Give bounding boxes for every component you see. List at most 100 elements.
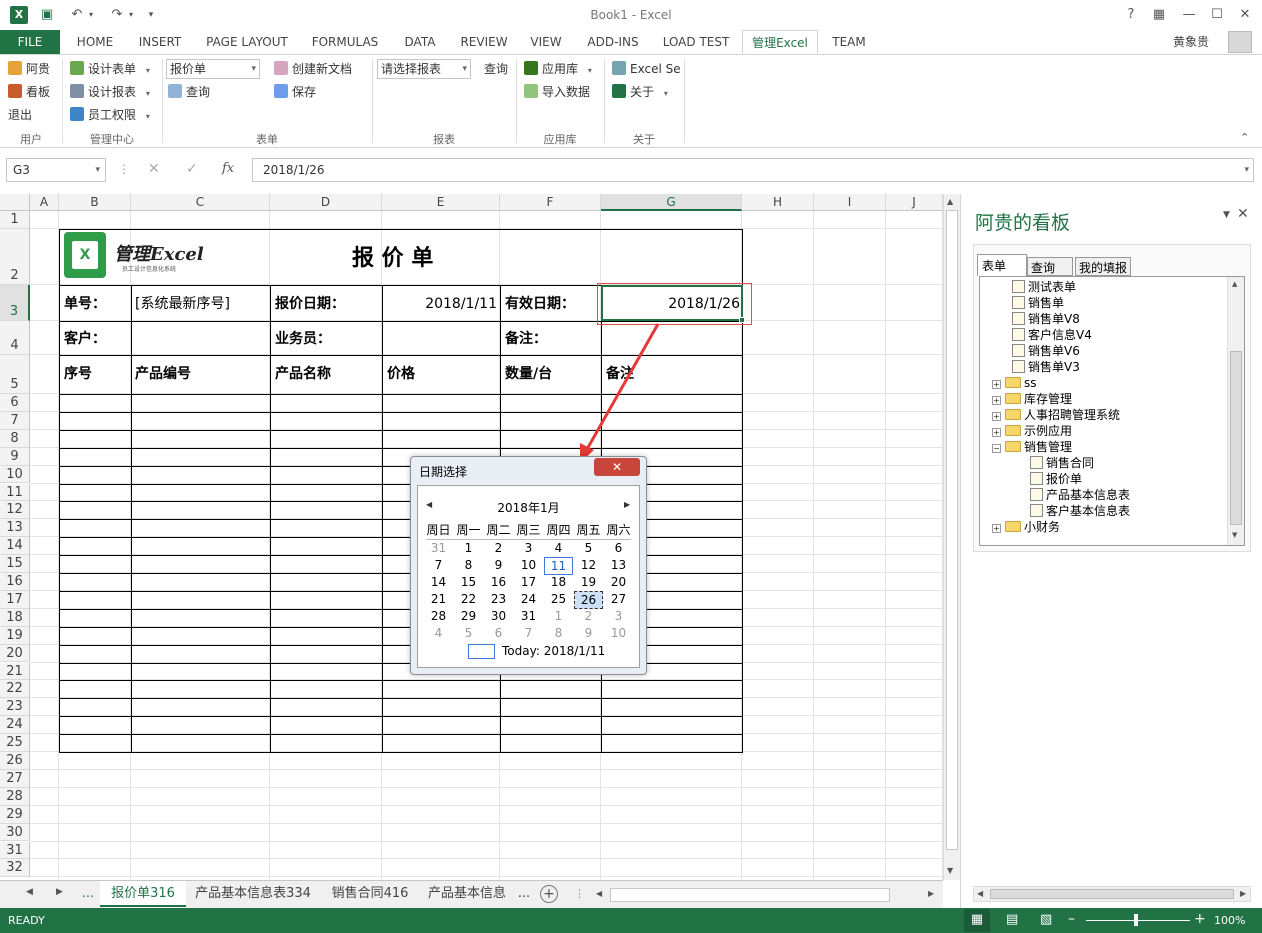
tree-folder[interactable]: + 库存管理 <box>992 391 1072 407</box>
column-header[interactable]: D <box>270 194 382 211</box>
zoom-slider-thumb[interactable] <box>1134 914 1138 926</box>
normal-view-icon[interactable]: ▦ <box>964 909 990 932</box>
tree-item[interactable]: 销售单V6 <box>1012 343 1080 359</box>
tab-team[interactable]: TEAM <box>828 30 870 54</box>
hscroll-right-icon[interactable]: ▶ <box>928 889 934 898</box>
calendar-day[interactable]: 28 <box>424 608 453 624</box>
column-header[interactable]: B <box>59 194 131 211</box>
calendar-day[interactable]: 17 <box>514 574 543 590</box>
zoom-slider-track[interactable] <box>1086 920 1190 921</box>
tab-page-layout[interactable]: PAGE LAYOUT <box>202 30 292 54</box>
tab-review[interactable]: REVIEW <box>456 30 512 54</box>
calendar-day[interactable]: 12 <box>574 557 603 573</box>
row-header[interactable]: 29 <box>0 805 30 824</box>
calendar-day[interactable]: 8 <box>454 557 483 573</box>
calendar-day[interactable]: 21 <box>424 591 453 607</box>
panel-hscroll-left-icon[interactable]: ◀ <box>977 889 983 898</box>
tab-load-test[interactable]: LOAD TEST <box>658 30 734 54</box>
insert-function-icon[interactable]: fx <box>222 161 234 176</box>
minimize-icon[interactable]: — <box>1180 6 1198 24</box>
page-break-view-icon[interactable]: ▧ <box>1040 912 1052 927</box>
maximize-icon[interactable]: ☐ <box>1208 6 1226 24</box>
column-header[interactable]: A <box>30 194 59 211</box>
tree-folder[interactable]: + 小财务 <box>992 519 1060 535</box>
page-layout-view-icon[interactable]: ▤ <box>1006 912 1018 927</box>
next-sheet-icon[interactable]: ▶ <box>56 887 63 897</box>
row-header[interactable]: 12 <box>0 501 30 520</box>
row-header[interactable]: 7 <box>0 411 30 430</box>
about-button[interactable]: 关于 ▾ <box>612 82 668 102</box>
calendar-day[interactable]: 11 <box>544 557 573 575</box>
close-icon[interactable]: ✕ <box>1236 6 1254 24</box>
row-header[interactable]: 27 <box>0 769 30 788</box>
tree-item[interactable]: 客户信息V4 <box>1012 327 1092 343</box>
cancel-icon[interactable]: ✕ <box>148 161 160 177</box>
column-header[interactable]: J <box>886 194 943 211</box>
scroll-thumb[interactable] <box>946 210 958 850</box>
panel-tab-query[interactable]: 查询 <box>1027 257 1073 276</box>
row-header[interactable]: 23 <box>0 698 30 717</box>
row-header[interactable]: 30 <box>0 823 30 842</box>
formula-input[interactable]: 2018/1/26 ▾ <box>252 158 1254 182</box>
column-header[interactable]: F <box>500 194 601 211</box>
row-header[interactable]: 26 <box>0 752 30 770</box>
calendar-day[interactable]: 23 <box>484 591 513 607</box>
panel-hscroll-right-icon[interactable]: ▶ <box>1240 889 1246 898</box>
tree-item[interactable]: 销售单 <box>1012 295 1064 311</box>
confirm-icon[interactable]: ✓ <box>186 161 198 177</box>
tree-vscroll[interactable]: ▲ ▼ <box>1227 277 1244 545</box>
design-form-button[interactable]: 设计表单 ▾ <box>70 59 150 79</box>
vertical-scrollbar[interactable]: ▲ ▼ <box>943 194 960 880</box>
expand-icon[interactable]: + <box>992 380 1001 389</box>
row-header[interactable]: 22 <box>0 680 30 699</box>
calendar-day[interactable]: 25 <box>544 591 573 607</box>
calendar-day[interactable]: 30 <box>484 608 513 624</box>
row-header[interactable]: 16 <box>0 573 30 591</box>
tree-scroll-up-icon[interactable]: ▲ <box>1232 280 1237 288</box>
calendar-day[interactable]: 6 <box>604 540 633 556</box>
import-data-button[interactable]: 导入数据 <box>524 82 590 102</box>
column-header[interactable]: I <box>814 194 886 211</box>
app-library-button[interactable]: 应用库 ▾ <box>524 59 592 79</box>
scroll-down-icon[interactable]: ▼ <box>947 866 953 875</box>
sheet-tab-sales-contract[interactable]: 销售合同416 <box>322 881 418 907</box>
row-header[interactable]: 1 <box>0 211 30 229</box>
scroll-up-icon[interactable]: ▲ <box>947 197 953 206</box>
calendar-day[interactable]: 19 <box>574 574 603 590</box>
calendar-day[interactable]: 10 <box>514 557 543 573</box>
tree-item[interactable]: 销售单V8 <box>1012 311 1080 327</box>
calendar-day[interactable]: 31 <box>514 608 543 624</box>
horizontal-scroll-thumb[interactable] <box>610 888 890 902</box>
calendar-day[interactable]: 3 <box>514 540 543 556</box>
logout-button[interactable]: 退出 <box>8 105 32 125</box>
tree-folder[interactable]: + 人事招聘管理系统 <box>992 407 1120 423</box>
save-button[interactable]: 保存 <box>274 82 316 102</box>
tree-item[interactable]: 产品基本信息表 <box>1030 487 1130 503</box>
calendar-day[interactable]: 9 <box>574 625 603 641</box>
tree-scroll-down-icon[interactable]: ▼ <box>1232 531 1237 539</box>
calendar-day[interactable]: 13 <box>604 557 633 573</box>
design-report-button[interactable]: 设计报表 ▾ <box>70 82 150 102</box>
row-header[interactable]: 5 <box>0 355 30 394</box>
row-header[interactable]: 28 <box>0 787 30 806</box>
row-header[interactable]: 4 <box>0 321 30 355</box>
row-header[interactable]: 8 <box>0 429 30 448</box>
calendar-day[interactable]: 2 <box>574 608 603 624</box>
calendar-day[interactable]: 6 <box>484 625 513 641</box>
zoom-out-icon[interactable]: – <box>1068 911 1075 927</box>
prev-sheet-icon[interactable]: ◀ <box>26 887 33 897</box>
column-header[interactable]: E <box>382 194 500 211</box>
name-box[interactable]: G3 ▾ <box>6 158 106 182</box>
row-header[interactable]: 11 <box>0 483 30 502</box>
staff-permission-button[interactable]: 员工权限 ▾ <box>70 105 150 125</box>
sheet-tab-more-left[interactable]: ... <box>76 881 100 907</box>
panel-tab-my-submissions[interactable]: 我的填报 <box>1075 257 1131 276</box>
dashboard-button[interactable]: 看板 <box>8 82 50 102</box>
column-header[interactable]: G <box>601 194 742 211</box>
calendar-day[interactable]: 15 <box>454 574 483 590</box>
hscroll-left-icon[interactable]: ◀ <box>596 889 602 898</box>
calendar-day[interactable]: 20 <box>604 574 633 590</box>
row-header[interactable]: 9 <box>0 447 30 466</box>
row-header[interactable]: 25 <box>0 734 30 752</box>
panel-close-icon[interactable]: ✕ <box>1237 206 1249 222</box>
